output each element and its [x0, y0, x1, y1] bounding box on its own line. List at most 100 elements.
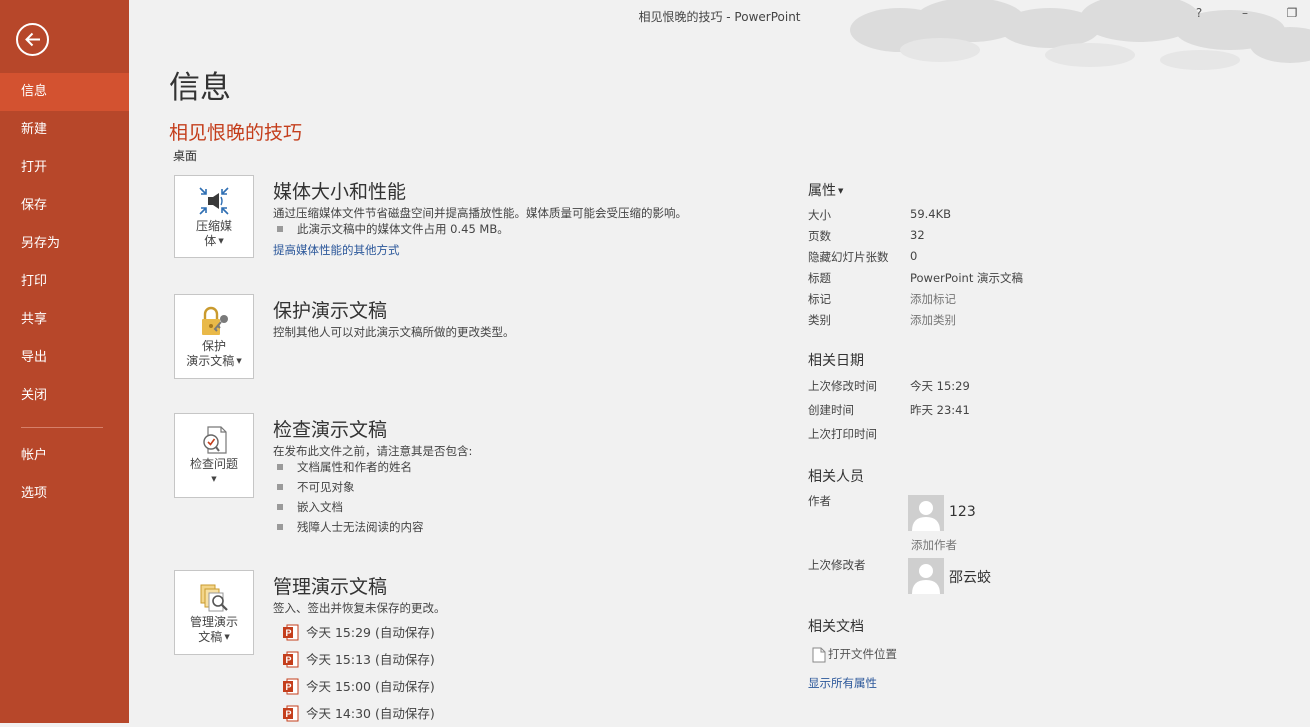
show-all-properties-link[interactable]: 显示所有属性 — [808, 675, 877, 691]
powerpoint-file-icon: P — [283, 705, 299, 722]
nav-export[interactable]: 导出 — [0, 339, 129, 377]
nav-save-as[interactable]: 另存为 — [0, 225, 129, 263]
people-heading: 相关人员 — [808, 469, 864, 485]
prop-key-hidden-slides: 隐藏幻灯片张数 — [808, 250, 889, 264]
nav-open[interactable]: 打开 — [0, 149, 129, 187]
bullet-icon — [277, 484, 283, 490]
minimize-button[interactable]: – — [1233, 6, 1257, 20]
modifier-avatar[interactable] — [908, 558, 944, 594]
bullet-icon — [277, 464, 283, 470]
help-button[interactable]: ? — [1187, 6, 1211, 20]
related-docs-heading: 相关文档 — [808, 619, 864, 635]
back-button[interactable] — [16, 23, 49, 56]
inspect-title: 检查演示文稿 — [273, 419, 388, 441]
manage-description: 签入、签出并恢复未保存的更改。 — [273, 601, 446, 615]
list-item: 文档属性和作者的姓名 — [277, 457, 424, 477]
nav-new[interactable]: 新建 — [0, 111, 129, 149]
author-avatar[interactable] — [908, 495, 944, 531]
inspect-document-icon — [203, 426, 227, 454]
dropdown-caret-icon: ▼ — [838, 187, 844, 195]
info-pane: 相见恨晚的技巧 - PowerPoint ? – ❐ 信息 相见恨晚的技巧 桌面… — [129, 0, 1310, 723]
nav-save[interactable]: 保存 — [0, 187, 129, 225]
bullet-icon — [277, 226, 283, 232]
protect-description: 控制其他人可以对此演示文稿所做的更改类型。 — [273, 325, 515, 339]
author-label: 作者 — [808, 494, 831, 508]
manage-label-1: 管理演示 — [189, 615, 238, 629]
document-name: 相见恨晚的技巧 — [169, 122, 303, 144]
nav-print[interactable]: 打印 — [0, 263, 129, 301]
protect-label-1: 保护 — [201, 339, 226, 353]
last-modified-by-label: 上次修改者 — [808, 558, 866, 572]
dropdown-caret-icon: ▼ — [211, 475, 217, 483]
media-bullets: 此演示文稿中的媒体文件占用 0.45 MB。 — [277, 219, 509, 239]
svg-text:P: P — [286, 628, 292, 638]
file-icon — [812, 647, 826, 662]
date-key-created: 创建时间 — [808, 403, 854, 417]
manage-label-2: 文稿 ▼ — [198, 630, 230, 644]
prop-key-category: 类别 — [808, 313, 831, 327]
nav-share[interactable]: 共享 — [0, 301, 129, 339]
date-value-created: 昨天 23:41 — [910, 403, 970, 417]
powerpoint-file-icon: P — [283, 651, 299, 668]
add-tags-field[interactable]: 添加标记 — [910, 291, 956, 307]
dropdown-caret-icon: ▼ — [236, 357, 242, 365]
compress-media-label-1: 压缩媒 — [195, 219, 232, 233]
page-title: 信息 — [169, 70, 231, 106]
version-item[interactable]: P 今天 15:13 (自动保存) — [283, 646, 435, 673]
prop-value-size: 59.4KB — [910, 207, 952, 221]
person-icon — [912, 501, 940, 531]
restore-button[interactable]: ❐ — [1280, 6, 1304, 20]
nav-options[interactable]: 选项 — [0, 475, 129, 513]
svg-text:P: P — [286, 709, 292, 719]
add-category-field[interactable]: 添加类别 — [910, 312, 956, 328]
powerpoint-file-icon: P — [283, 678, 299, 695]
compress-media-icon — [199, 187, 229, 215]
nav-divider — [21, 427, 103, 428]
bullet-icon — [277, 524, 283, 530]
media-performance-link[interactable]: 提高媒体性能的其他方式 — [273, 242, 400, 258]
date-key-modified: 上次修改时间 — [808, 379, 877, 393]
nav-close[interactable]: 关闭 — [0, 377, 129, 415]
manage-versions-icon — [200, 584, 228, 612]
list-item: 残障人士无法阅读的内容 — [277, 517, 424, 537]
date-value-modified: 今天 15:29 — [910, 379, 970, 393]
prop-key-size: 大小 — [808, 208, 831, 222]
version-item[interactable]: P 今天 15:29 (自动保存) — [283, 619, 435, 646]
compress-media-button[interactable]: 压缩媒 体 ▼ — [174, 175, 254, 258]
protect-label-2: 演示文稿 ▼ — [186, 354, 242, 368]
prop-value-slides: 32 — [910, 228, 925, 242]
list-item: 不可见对象 — [277, 477, 424, 497]
media-title: 媒体大小和性能 — [273, 181, 407, 203]
check-issues-button[interactable]: 检查问题 ▼ — [174, 413, 254, 498]
inspect-bullets: 文档属性和作者的姓名 不可见对象 嵌入文档 残障人士无法阅读的内容 — [277, 457, 424, 537]
backstage-sidebar: 信息 新建 打开 保存 另存为 打印 共享 导出 关闭 帐户 选项 — [0, 0, 129, 723]
dropdown-caret-icon: ▼ — [218, 237, 224, 245]
nav-info[interactable]: 信息 — [0, 73, 129, 111]
prop-value-title[interactable]: PowerPoint 演示文稿 — [910, 270, 1023, 286]
date-key-printed: 上次打印时间 — [808, 427, 877, 441]
person-icon — [912, 564, 940, 594]
version-item[interactable]: P 今天 15:00 (自动保存) — [283, 673, 435, 700]
lock-key-icon — [202, 306, 228, 335]
properties-heading[interactable]: 属性 ▼ — [808, 180, 843, 200]
bullet-icon — [277, 504, 283, 510]
powerpoint-file-icon: P — [283, 624, 299, 641]
manage-presentation-button[interactable]: 管理演示 文稿 ▼ — [174, 570, 254, 655]
author-name[interactable]: 123 — [949, 504, 976, 520]
protect-presentation-button[interactable]: 保护 演示文稿 ▼ — [174, 294, 254, 379]
prop-value-hidden-slides: 0 — [910, 249, 918, 263]
list-item: 此演示文稿中的媒体文件占用 0.45 MB。 — [277, 219, 509, 239]
nav-account[interactable]: 帐户 — [0, 437, 129, 475]
svg-text:P: P — [286, 655, 292, 665]
check-issues-label: 检查问题 — [189, 457, 238, 471]
dropdown-caret-icon: ▼ — [224, 633, 230, 641]
svg-text:P: P — [286, 682, 292, 692]
prop-key-title: 标题 — [808, 271, 831, 285]
add-author-link[interactable]: 添加作者 — [911, 537, 957, 553]
manage-title: 管理演示文稿 — [273, 576, 388, 598]
version-list: P 今天 15:29 (自动保存) P 今天 15:13 (自动保存) P 今天 15… — [283, 619, 435, 727]
modifier-name[interactable]: 邵云蛟 — [949, 567, 991, 587]
compress-media-label-2: 体 ▼ — [204, 234, 224, 248]
window-title: 相见恨晚的技巧 - PowerPoint — [638, 10, 801, 24]
open-file-location-link[interactable]: 打开文件位置 — [812, 646, 897, 663]
